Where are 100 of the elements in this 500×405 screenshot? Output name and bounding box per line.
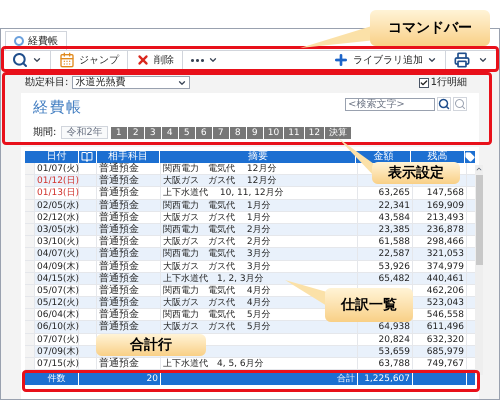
date-cell: 04/09(木): [35, 260, 79, 272]
account-cell: 普通預金: [99, 224, 139, 235]
description-cell: 関西電力 電気代 1月分: [163, 200, 271, 211]
account-cell: 普通預金: [99, 163, 139, 174]
month-button[interactable]: 10: [264, 126, 284, 138]
month-button[interactable]: 5: [178, 126, 195, 138]
amount-cell: 53,926: [378, 262, 410, 272]
amount-cell: 43,584: [378, 212, 410, 223]
search-icon: [454, 98, 466, 110]
description-cell: 大阪ガス ガス代 12月分: [163, 176, 276, 186]
account-label: 勘定科目:: [25, 76, 68, 90]
month-button[interactable]: 11: [284, 126, 304, 138]
callout-label: 合計行: [130, 336, 172, 354]
month-button[interactable]: 4: [162, 126, 178, 138]
count-label: 件数: [35, 373, 79, 386]
account-cell: 普通預金: [99, 284, 139, 296]
row-marker[interactable]: [25, 272, 35, 284]
month-button[interactable]: 2: [128, 126, 144, 138]
account-cell: 普通預金: [99, 248, 139, 260]
balance-cell: 298,466: [426, 237, 464, 248]
date-cell: 03/10(火): [35, 236, 79, 248]
balance-cell: 749,767: [426, 359, 464, 369]
row-marker[interactable]: [25, 200, 35, 211]
ledger-title: 経費帳: [33, 97, 82, 117]
description-cell: 上下水道代 1, 2, 3月分: [163, 274, 264, 284]
delete-button[interactable]: 削除: [128, 51, 183, 69]
month-button[interactable]: 6: [196, 126, 212, 138]
row-marker[interactable]: [25, 358, 35, 370]
search-icon: [12, 52, 28, 68]
row-marker[interactable]: [25, 248, 35, 260]
row-marker[interactable]: [25, 163, 35, 174]
callout-label: 表示設定: [388, 164, 444, 182]
date-cell: 05/12(火): [35, 297, 79, 308]
row-marker[interactable]: [25, 334, 35, 345]
date-cell: 01/12(日): [35, 175, 79, 186]
date-cell: 01/07(火): [35, 163, 79, 174]
date-cell: 04/15(水): [35, 272, 79, 284]
month-button[interactable]: 12: [304, 126, 324, 138]
balance-cell: 169,909: [426, 200, 464, 211]
account-cell: 普通預金: [99, 236, 139, 248]
row-marker[interactable]: [25, 309, 35, 320]
description-cell: 上下水道代 4, 5, 6月分: [163, 359, 264, 369]
account-cell: 普通預金: [99, 309, 139, 320]
description-cell: 関西電力 電気代 2月分: [163, 224, 271, 235]
row-marker[interactable]: [25, 321, 35, 333]
add-library-button[interactable]: ライブラリ追加: [325, 51, 446, 69]
amount-cell: 63,265: [378, 188, 410, 198]
month-button[interactable]: 1: [110, 126, 127, 138]
row-marker[interactable]: [25, 284, 35, 296]
month-button[interactable]: 3: [144, 126, 161, 138]
caret-icon: [427, 55, 437, 65]
balance-cell: 462,206: [426, 286, 464, 296]
description-cell: 大阪ガス ガス代 4月分: [163, 298, 271, 308]
date-cell: 03/05(水): [35, 224, 79, 236]
row-marker[interactable]: [25, 212, 35, 223]
row-marker[interactable]: [25, 346, 35, 357]
account-cell: 普通預金: [99, 260, 139, 272]
count-value: 20: [146, 374, 158, 384]
month-button[interactable]: 8: [230, 126, 246, 138]
month-button[interactable]: 9: [246, 126, 263, 138]
balance-cell: 611,496: [426, 322, 464, 332]
row-marker[interactable]: [25, 187, 35, 199]
date-cell: 06/10(水): [35, 321, 79, 333]
callout-pointer: [338, 138, 374, 176]
account-cell: 普通預金: [99, 297, 139, 308]
date-cell: 01/13(日): [35, 187, 79, 199]
year-field[interactable]: 令和2年: [61, 126, 108, 139]
description-cell: 関西電力 電気代 12月分: [163, 164, 276, 174]
date-cell: 02/12(水): [35, 212, 79, 223]
amount-cell: 61,588: [378, 237, 410, 248]
row-marker[interactable]: [25, 224, 35, 236]
search-button[interactable]: [437, 97, 451, 111]
date-cell: 02/05(水): [35, 200, 79, 211]
calendar-icon: [59, 52, 75, 68]
row-marker[interactable]: [25, 236, 35, 248]
row-marker[interactable]: [25, 297, 35, 308]
description-cell: 大阪ガス ガス代 1月分: [163, 212, 271, 223]
row-marker[interactable]: [25, 175, 35, 186]
tab-title: 経費帳: [28, 34, 58, 48]
row-marker[interactable]: [25, 260, 35, 272]
amount-cell: 23,385: [378, 224, 410, 235]
date-cell: 04/07(火): [35, 248, 79, 260]
month-button[interactable]: 決算: [325, 126, 352, 138]
amount-cell: 22,341: [378, 200, 410, 211]
balance-cell: 213,493: [426, 212, 464, 223]
account-cell: 普通預金: [99, 272, 139, 284]
account-value: 水道光熱費: [75, 76, 126, 90]
description-cell: 関西電力 電気代 5月分: [163, 310, 271, 320]
account-dropdown[interactable]: 水道光熱費: [72, 76, 190, 89]
scrollbar[interactable]: [475, 165, 483, 375]
account-cell: 普通預金: [99, 212, 139, 223]
checkbox[interactable]: [418, 78, 429, 88]
cross-icon: [136, 53, 150, 67]
sum-value: 1,225,607: [364, 374, 410, 384]
amount-cell: 64,938: [378, 322, 410, 332]
scroll-thumb[interactable]: [476, 175, 482, 265]
date-cell: 07/15(水): [35, 358, 79, 370]
jump-button[interactable]: ジャンプ: [51, 51, 128, 69]
month-button[interactable]: 7: [212, 126, 229, 138]
amount-cell: 22,587: [378, 249, 410, 260]
